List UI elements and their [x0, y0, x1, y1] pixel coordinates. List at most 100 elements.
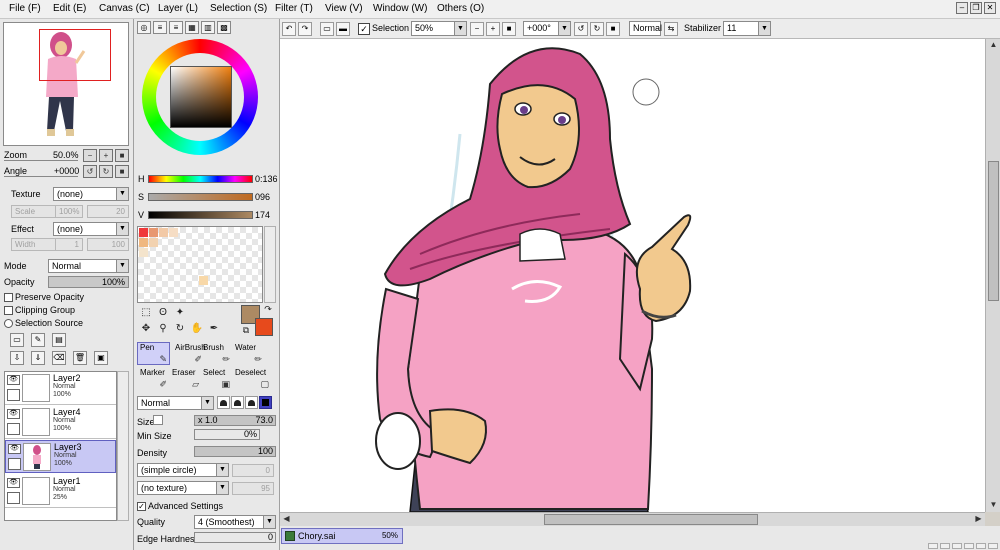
swatches-tab-icon[interactable]: ▦	[185, 21, 199, 34]
navigator-view-rect[interactable]	[39, 29, 111, 81]
hsv-sliders-tab-icon[interactable]: ≡	[169, 21, 183, 34]
selection-source-radio[interactable]: Selection Source	[4, 318, 83, 329]
menu-view[interactable]: View (V)	[325, 3, 363, 14]
layer-item-layer2[interactable]: 👁 Layer2 Normal 100%	[5, 372, 116, 405]
preserve-opacity-checkbox[interactable]: Preserve Opacity	[4, 292, 84, 303]
menu-edit[interactable]: Edit (E)	[53, 3, 86, 14]
hand-icon[interactable]: ✋	[190, 322, 204, 336]
swatch[interactable]	[139, 248, 148, 257]
move-icon[interactable]: ✥	[139, 322, 153, 336]
swatch[interactable]	[149, 238, 158, 247]
rotate-reset-button[interactable]: ■	[115, 165, 129, 178]
brush-blend-dropdown[interactable]: Normal ▼	[137, 396, 214, 410]
clear-layer-icon[interactable]: ⌫	[52, 351, 66, 365]
zoom-out-button[interactable]: −	[83, 149, 97, 162]
scroll-left-icon[interactable]: ◀	[280, 513, 293, 526]
color-wheel-tab-icon[interactable]: ◎	[137, 21, 151, 34]
rgb-sliders-tab-icon[interactable]: ≡	[153, 21, 167, 34]
tool-marker[interactable]: Marker ✐	[137, 367, 170, 390]
tool-deselect[interactable]: Deselect ▢	[232, 367, 272, 390]
rotate-right-button[interactable]: ↻	[99, 165, 113, 178]
value-slider[interactable]	[148, 211, 253, 219]
layer-mask-icon[interactable]: ▣	[94, 351, 108, 365]
canvas-horizontal-scrollbar[interactable]: ◀ ▶	[280, 512, 985, 526]
rotate-cw-icon[interactable]: ↻	[590, 22, 604, 36]
menu-window[interactable]: Window (W)	[373, 3, 427, 14]
layer-list-scrollbar[interactable]	[117, 371, 129, 521]
brush-shape-dropdown[interactable]: (simple circle) ▼	[137, 463, 229, 477]
selection-checkbox[interactable]: ✓	[358, 23, 370, 35]
tool-select[interactable]: Select ▣	[200, 367, 233, 390]
tool-eraser[interactable]: Eraser ▱	[169, 367, 202, 390]
tool-water[interactable]: Water ✏	[232, 342, 265, 365]
swap-colors-icon[interactable]: ↷	[261, 303, 275, 317]
rotate-tool-icon[interactable]: ↻	[173, 322, 187, 336]
zoom-select[interactable]: 50% ▼	[411, 21, 467, 36]
quality-dropdown[interactable]: 4 (Smoothest) ▼	[194, 515, 276, 529]
canvas-vscroll-thumb[interactable]	[988, 161, 999, 301]
undo-icon[interactable]: ↶	[282, 22, 296, 36]
angle-slider[interactable]	[4, 176, 78, 177]
zoom-reset-button[interactable]: ■	[115, 149, 129, 162]
menu-filter[interactable]: Filter (T)	[275, 3, 313, 14]
merge-down-icon[interactable]: ⇓	[31, 351, 45, 365]
zoom-in-icon[interactable]: +	[486, 22, 500, 36]
swatch-palette[interactable]	[137, 226, 263, 303]
lock-icon[interactable]	[7, 492, 20, 504]
layer-item-layer3[interactable]: 👁 Layer3 Normal 100%	[5, 440, 116, 473]
swatch[interactable]	[139, 238, 148, 247]
density-slider[interactable]: 100	[194, 446, 276, 457]
zoom-fit-icon[interactable]: ■	[502, 22, 516, 36]
rotate-reset-icon[interactable]: ■	[606, 22, 620, 36]
layer-mode-dropdown[interactable]: Normal ▼	[48, 259, 129, 273]
mixer-tab-icon[interactable]: ▥	[201, 21, 215, 34]
min-size-slider[interactable]: 0%	[194, 429, 260, 440]
brush-size-slider[interactable]: x 1.0 73.0	[194, 415, 276, 426]
navigator-preview[interactable]	[3, 22, 129, 146]
edge-hardness-slider[interactable]: 0	[194, 532, 276, 543]
brush-edge-medium-icon[interactable]	[231, 396, 244, 409]
zoom-tool-icon[interactable]: ⚲	[156, 322, 170, 336]
zoom-in-button[interactable]: +	[99, 149, 113, 162]
layer-item-layer4[interactable]: 👁 Layer4 Normal 100%	[5, 406, 116, 439]
flip-horizontal-icon[interactable]: ⇆	[664, 22, 678, 36]
swatch[interactable]	[169, 228, 178, 237]
eye-icon[interactable]: 👁	[7, 478, 20, 488]
deselect-all-icon[interactable]: ▭	[320, 22, 334, 36]
transfer-down-icon[interactable]: ⇩	[10, 351, 24, 365]
magic-wand-icon[interactable]: ✦	[173, 306, 187, 320]
texture-dropdown[interactable]: (none) ▼	[53, 187, 129, 201]
eye-icon[interactable]: 👁	[7, 375, 20, 385]
rect-select-icon[interactable]: ⬚	[139, 306, 153, 320]
tool-brush[interactable]: Brush ✏	[200, 342, 233, 365]
rotate-left-button[interactable]: ↺	[83, 165, 97, 178]
effect-dropdown[interactable]: (none) ▼	[53, 222, 129, 236]
eye-icon[interactable]: 👁	[7, 409, 20, 419]
rotate-ccw-icon[interactable]: ↺	[574, 22, 588, 36]
saturation-value-square[interactable]	[170, 66, 232, 128]
menu-canvas[interactable]: Canvas (C)	[99, 3, 150, 14]
swatch[interactable]	[139, 228, 148, 237]
close-icon[interactable]: ✕	[984, 2, 996, 14]
reset-colors-icon[interactable]: ⧉	[239, 324, 253, 338]
eye-icon[interactable]: 👁	[8, 444, 21, 454]
swatch[interactable]	[199, 276, 208, 285]
invert-selection-icon[interactable]: ▬	[336, 22, 350, 36]
scroll-down-icon[interactable]: ▼	[987, 499, 1000, 512]
lasso-icon[interactable]: ʘ	[156, 306, 170, 320]
lock-icon[interactable]	[7, 389, 20, 401]
restore-icon[interactable]: ❐	[970, 2, 982, 14]
delete-layer-icon[interactable]: 🗑	[73, 351, 87, 365]
canvas-vertical-scrollbar[interactable]: ▲ ▼	[985, 39, 1000, 512]
clipping-group-checkbox[interactable]: Clipping Group	[4, 305, 75, 316]
swatch[interactable]	[159, 228, 168, 237]
menu-layer[interactable]: Layer (L)	[158, 3, 198, 14]
brush-texture-dropdown[interactable]: (no texture) ▼	[137, 481, 229, 495]
brush-edge-hard-icon[interactable]	[245, 396, 258, 409]
scroll-right-icon[interactable]: ▶	[972, 513, 985, 526]
stabilizer-select[interactable]: 11 ▼	[723, 21, 771, 36]
lock-icon[interactable]	[7, 423, 20, 435]
new-linework-layer-icon[interactable]: ✎	[31, 333, 45, 347]
menu-selection[interactable]: Selection (S)	[210, 3, 267, 14]
tool-pen[interactable]: Pen ✎	[137, 342, 170, 365]
